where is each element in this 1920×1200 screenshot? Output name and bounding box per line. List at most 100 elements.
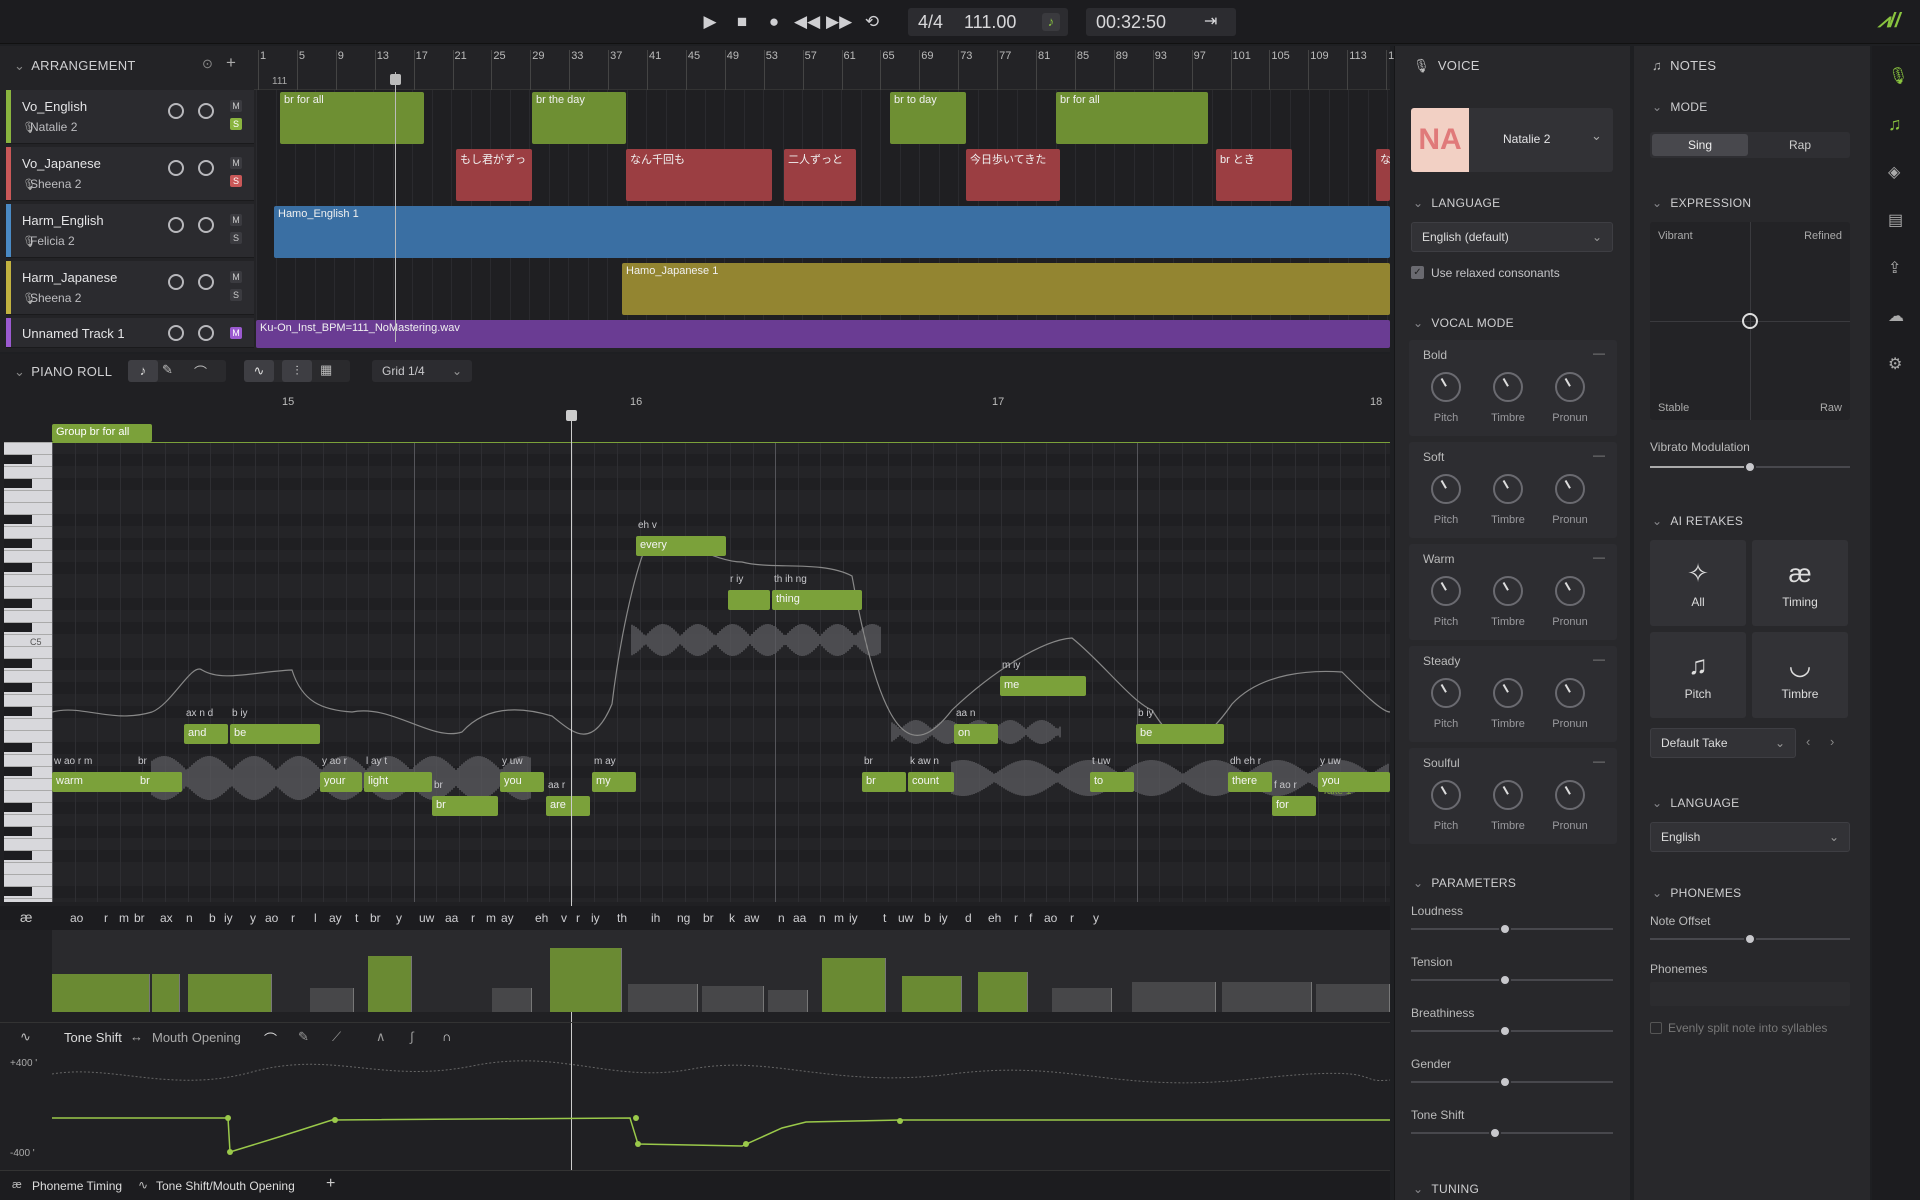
vocal-mode-knob[interactable] — [1431, 780, 1461, 810]
vocal-mode-knob[interactable] — [1555, 780, 1585, 810]
solo-button[interactable]: S — [230, 175, 242, 187]
phoneme-label[interactable]: ao — [70, 911, 83, 925]
curve-select-icon[interactable]: ⌒ — [264, 1029, 277, 1048]
grid-select[interactable]: Grid 1/4 ⌄ — [372, 360, 472, 382]
phoneme-label[interactable]: y — [1093, 911, 1099, 925]
mute-button[interactable]: M — [230, 100, 242, 112]
pan-knob[interactable] — [198, 103, 214, 119]
phoneme-label[interactable]: iy — [939, 911, 948, 925]
parameters-header[interactable]: PARAMETERS — [1413, 876, 1516, 890]
phoneme-label[interactable]: n — [819, 911, 826, 925]
param-thumb[interactable] — [1489, 1127, 1501, 1139]
track-header[interactable]: Harm_English 🎙︎ Felicia 2MS — [6, 204, 254, 258]
mute-button[interactable]: M — [230, 327, 242, 339]
loop-icon[interactable]: ⟲ — [860, 10, 884, 34]
take-select[interactable]: Default Take ⌄ — [1650, 728, 1796, 758]
collapse-icon[interactable]: — — [1593, 754, 1605, 768]
phoneme-bar[interactable] — [550, 948, 622, 1012]
phoneme-bar[interactable] — [902, 976, 962, 1012]
phoneme-bar[interactable] — [702, 986, 764, 1012]
time-signature[interactable]: 4/4 — [918, 8, 943, 36]
phoneme-label[interactable]: aa — [445, 911, 458, 925]
phoneme-label[interactable]: b — [924, 911, 931, 925]
black-key[interactable] — [4, 826, 32, 836]
volume-knob[interactable] — [168, 103, 184, 119]
note-offset-thumb[interactable] — [1744, 933, 1756, 945]
phoneme-label[interactable]: n — [778, 911, 785, 925]
phoneme-label[interactable]: iy — [224, 911, 233, 925]
relaxed-checkbox[interactable]: ✓ — [1411, 266, 1424, 279]
vocal-mode-knob[interactable] — [1555, 372, 1585, 402]
mode-header[interactable]: MODE — [1652, 100, 1708, 114]
black-key[interactable] — [4, 658, 32, 668]
collapse-icon[interactable]: — — [1593, 550, 1605, 564]
vocal-mode-knob[interactable] — [1493, 474, 1523, 504]
clip-harm-english[interactable]: Hamo_English 1 — [274, 206, 1390, 258]
notes-language-select[interactable]: English ⌄ — [1650, 822, 1850, 852]
vocal-mode-name[interactable]: Soft — [1423, 450, 1444, 464]
track-header[interactable]: Vo_English 🎙︎ Natalie 2MS — [6, 90, 254, 144]
phoneme-label[interactable]: ao — [1044, 911, 1057, 925]
clip-english[interactable]: br for all — [280, 92, 424, 144]
black-key[interactable] — [4, 850, 32, 860]
phoneme-label[interactable]: th — [617, 911, 627, 925]
clip-english[interactable]: br to day — [890, 92, 966, 144]
black-key[interactable] — [4, 538, 32, 548]
settings-icon[interactable]: ⊙ — [202, 56, 213, 72]
phoneme-bar[interactable] — [1132, 982, 1216, 1012]
phoneme-label[interactable]: y — [396, 911, 402, 925]
black-key[interactable] — [4, 478, 32, 488]
phoneme-label[interactable]: m — [119, 911, 129, 925]
line-icon[interactable]: ⟋ — [332, 1029, 341, 1045]
mute-button[interactable]: M — [230, 214, 242, 226]
phoneme-label[interactable]: aa — [793, 911, 806, 925]
note-grid[interactable] — [52, 442, 1390, 902]
mute-button[interactable]: M — [230, 157, 242, 169]
pan-knob[interactable] — [198, 217, 214, 233]
prev-take-icon[interactable]: ‹ — [1806, 734, 1810, 749]
phoneme-label[interactable]: br — [134, 911, 145, 925]
track-lanes[interactable]: br for all br the day br to day br for all も… — [256, 90, 1390, 348]
param-name[interactable]: Tone Shift — [64, 1030, 122, 1045]
track-name[interactable]: Vo_English — [22, 99, 87, 114]
clip-japanese[interactable]: なん千回も — [626, 149, 772, 201]
volume-knob[interactable] — [168, 274, 184, 290]
clip-english[interactable]: br for all — [1056, 92, 1208, 144]
clip-japanese[interactable]: もし君がずっ — [456, 149, 532, 201]
playhead-handle[interactable] — [390, 74, 401, 85]
phoneme-label[interactable]: iy — [849, 911, 858, 925]
track-header[interactable]: Vo_Japanese 🎙︎ Sheena 2MS — [6, 147, 254, 201]
phoneme-label[interactable]: ay — [329, 911, 342, 925]
phoneme-label[interactable]: r — [471, 911, 475, 925]
language-header[interactable]: LANGUAGE — [1413, 196, 1500, 210]
tone-shift-curve[interactable] — [52, 1054, 1390, 1166]
volume-knob[interactable] — [168, 160, 184, 176]
sing-button[interactable]: Sing — [1652, 134, 1748, 156]
phoneme-bar[interactable] — [188, 974, 272, 1012]
param-alt-name[interactable]: Mouth Opening — [152, 1030, 241, 1045]
phoneme-label[interactable]: eh — [535, 911, 548, 925]
piano-keyboard[interactable] — [4, 442, 52, 902]
phoneme-label[interactable]: iy — [591, 911, 600, 925]
vocal-mode-knob[interactable] — [1555, 474, 1585, 504]
phoneme-bar[interactable] — [822, 958, 886, 1012]
black-key[interactable] — [4, 886, 32, 896]
phoneme-label[interactable]: r — [1014, 911, 1018, 925]
vocal-mode-knob[interactable] — [1493, 678, 1523, 708]
phoneme-label[interactable]: aw — [744, 911, 759, 925]
track-header[interactable]: Harm_Japanese 🎙︎ Sheena 2MS — [6, 261, 254, 315]
next-take-icon[interactable]: › — [1830, 734, 1834, 749]
piano-roll-playhead-handle[interactable] — [566, 410, 577, 421]
black-key[interactable] — [4, 598, 32, 608]
phoneme-label[interactable]: r — [576, 911, 580, 925]
phoneme-label[interactable]: br — [370, 911, 381, 925]
phoneme-label[interactable]: y — [250, 911, 256, 925]
phoneme-bar[interactable] — [52, 974, 150, 1012]
black-key[interactable] — [4, 682, 32, 692]
expression-header[interactable]: EXPRESSION — [1652, 196, 1751, 210]
playhead[interactable] — [395, 72, 396, 342]
track-name[interactable]: Harm_English — [22, 213, 104, 228]
phoneme-label[interactable]: ih — [651, 911, 660, 925]
black-key[interactable] — [4, 742, 32, 752]
rap-button[interactable]: Rap — [1752, 134, 1848, 156]
